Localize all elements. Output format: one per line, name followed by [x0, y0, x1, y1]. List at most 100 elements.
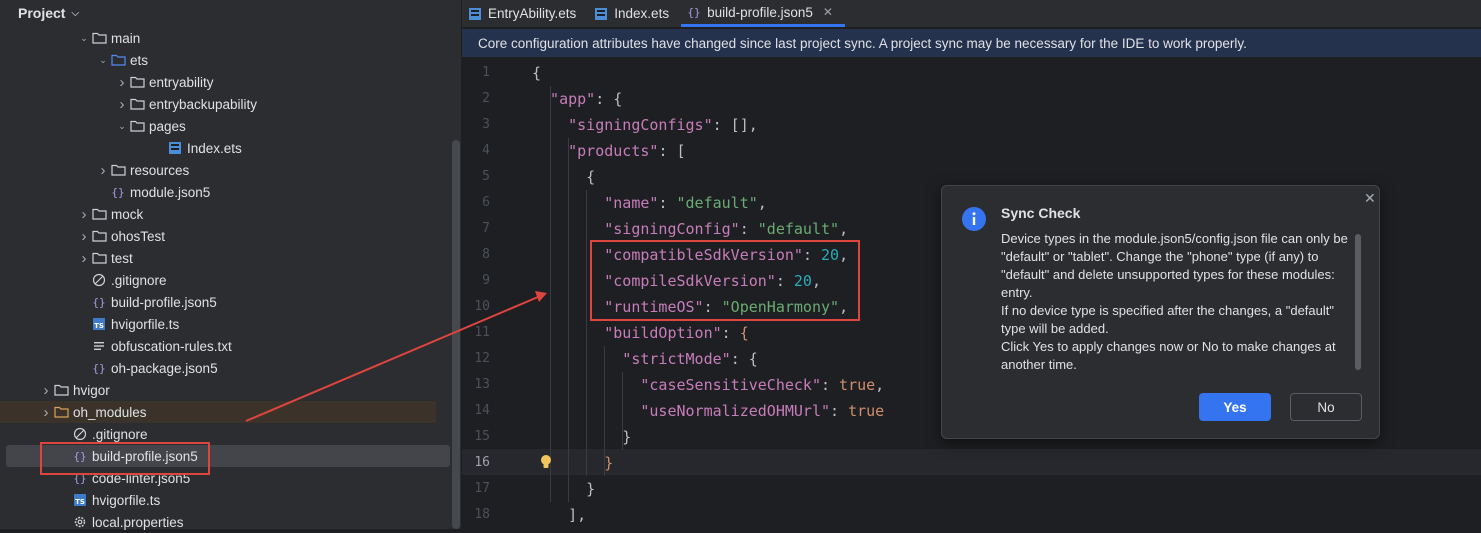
- close-icon[interactable]: ✕: [1364, 191, 1376, 207]
- chevron-right-icon[interactable]: ›: [115, 96, 129, 113]
- tree-item[interactable]: TS hvigorfile.ts: [6, 489, 450, 511]
- code-token: :: [830, 402, 849, 420]
- code-line: "products": [: [532, 138, 685, 164]
- code-token: ,: [839, 220, 849, 238]
- folder-icon: [91, 251, 107, 265]
- tree-item-label: hvigorfile.ts: [92, 492, 161, 508]
- line-number: 5: [482, 169, 490, 184]
- line-number: 4: [482, 143, 490, 158]
- code-line: }: [532, 424, 631, 450]
- code-token: "name": [532, 194, 659, 212]
- tree-item[interactable]: Index.ets: [6, 137, 450, 159]
- tree-item[interactable]: › entrybackupability: [0, 93, 436, 115]
- code-line: "buildOption": {: [532, 320, 749, 346]
- line-number: 12: [474, 351, 490, 366]
- tree-item[interactable]: ⌄ ets: [0, 49, 436, 71]
- chevron-down-icon[interactable]: ⌄: [77, 33, 91, 44]
- code-token: }: [532, 428, 632, 446]
- folder-icon: [91, 31, 107, 45]
- code-line: {: [532, 164, 595, 190]
- code-token: "useNormalizedOHMUrl": [532, 402, 831, 420]
- dialog-message-line: Device types in the module.json5/config.…: [1001, 231, 1348, 300]
- tree-item[interactable]: local.properties: [6, 511, 450, 533]
- tree-item-label: .gitignore: [111, 272, 167, 288]
- editor-tab[interactable]: EntryAbility.ets: [462, 0, 588, 27]
- no-button[interactable]: No: [1290, 393, 1362, 421]
- tree-item[interactable]: .gitignore: [6, 269, 450, 291]
- gitignore-icon: [91, 273, 107, 287]
- project-scrollbar[interactable]: [452, 140, 460, 529]
- editor-tab[interactable]: {} build-profile.json5 ✕: [681, 0, 845, 27]
- chevron-right-icon[interactable]: ›: [39, 382, 53, 399]
- svg-text:TS: TS: [75, 498, 85, 506]
- dialog-scrollbar[interactable]: [1355, 234, 1361, 370]
- code-token: true: [848, 402, 885, 420]
- chevron-right-icon[interactable]: ›: [115, 74, 129, 91]
- line-number: 9: [482, 273, 490, 288]
- code-token: "default": [676, 194, 758, 212]
- tree-item-label: oh-package.json5: [111, 360, 218, 376]
- chevron-right-icon[interactable]: ›: [39, 404, 53, 421]
- ets-file-icon: [468, 7, 482, 21]
- tree-item[interactable]: {} module.json5: [6, 181, 450, 203]
- code-line: {: [532, 60, 541, 86]
- editor-tab[interactable]: Index.ets: [588, 0, 681, 27]
- chevron-right-icon[interactable]: ›: [77, 206, 91, 223]
- code-token: "caseSensitiveCheck": [532, 376, 821, 394]
- tree-item[interactable]: › test: [0, 247, 436, 269]
- code-token: "products": [532, 142, 659, 160]
- code-token: :: [820, 376, 840, 394]
- lightbulb-icon[interactable]: [539, 454, 553, 474]
- code-token: }: [532, 480, 596, 498]
- tree-item[interactable]: ⌄ pages: [0, 115, 436, 137]
- tree-item[interactable]: {} build-profile.json5: [6, 291, 450, 313]
- tree-item[interactable]: › oh_modules: [0, 401, 436, 423]
- line-number: 6: [482, 195, 490, 210]
- editor-tabs: EntryAbility.ets Index.ets {} build-profile…: [462, 0, 1481, 27]
- tree-item-label: ets: [130, 52, 149, 68]
- chevron-down-icon[interactable]: ⌵: [71, 8, 79, 19]
- ts-file-icon: TS: [72, 493, 88, 507]
- line-number: 11: [474, 325, 490, 340]
- current-line-highlight: [462, 449, 1481, 475]
- tree-item[interactable]: › entryability: [0, 71, 436, 93]
- folder-icon: [129, 75, 145, 89]
- tree-item[interactable]: › ohosTest: [0, 225, 436, 247]
- tree-item-label: module.json5: [130, 184, 211, 200]
- code-line: "signingConfigs": [],: [532, 112, 758, 138]
- tree-item[interactable]: › mock: [0, 203, 436, 225]
- tree-item-label: mock: [111, 206, 144, 222]
- tree-item[interactable]: obfuscation-rules.txt: [6, 335, 450, 357]
- code-token: "default": [757, 220, 840, 238]
- code-token: {: [532, 168, 596, 186]
- code-token: {: [739, 324, 749, 342]
- code-token: true: [839, 376, 876, 394]
- tree-item[interactable]: {} oh-package.json5: [6, 357, 450, 379]
- tree-item[interactable]: TS hvigorfile.ts: [6, 313, 450, 335]
- tree-item-label: resources: [130, 162, 190, 178]
- chevron-right-icon[interactable]: ›: [77, 250, 91, 267]
- project-header[interactable]: Project ⌵: [0, 0, 461, 26]
- tab-label: EntryAbility.ets: [488, 6, 577, 21]
- code-token: "signingConfigs": [532, 116, 713, 134]
- chevron-right-icon[interactable]: ›: [77, 228, 91, 245]
- svg-text:{}: {}: [92, 296, 105, 309]
- folder-icon: [91, 229, 107, 243]
- code-line: "caseSensitiveCheck": true,: [532, 372, 884, 398]
- tree-item-label: obfuscation-rules.txt: [111, 338, 232, 354]
- close-icon[interactable]: ✕: [823, 5, 833, 19]
- tree-item[interactable]: ⌄ main: [0, 27, 436, 49]
- svg-text:{}: {}: [92, 362, 105, 375]
- chevron-down-icon[interactable]: ⌄: [115, 121, 129, 132]
- chevron-down-icon[interactable]: ⌄: [96, 55, 110, 66]
- json-file-icon: {}: [91, 361, 107, 375]
- code-line: "strictMode": {: [532, 346, 757, 372]
- tree-item-label: entrybackupability: [149, 96, 258, 112]
- yes-button[interactable]: Yes: [1199, 393, 1271, 421]
- folder-icon: [91, 207, 107, 221]
- tree-item[interactable]: › resources: [0, 159, 436, 181]
- banner-text: Core configuration attributes have chang…: [478, 35, 1247, 51]
- tree-item[interactable]: › hvigor: [0, 379, 436, 401]
- line-number: 16: [474, 455, 490, 470]
- chevron-right-icon[interactable]: ›: [96, 162, 110, 179]
